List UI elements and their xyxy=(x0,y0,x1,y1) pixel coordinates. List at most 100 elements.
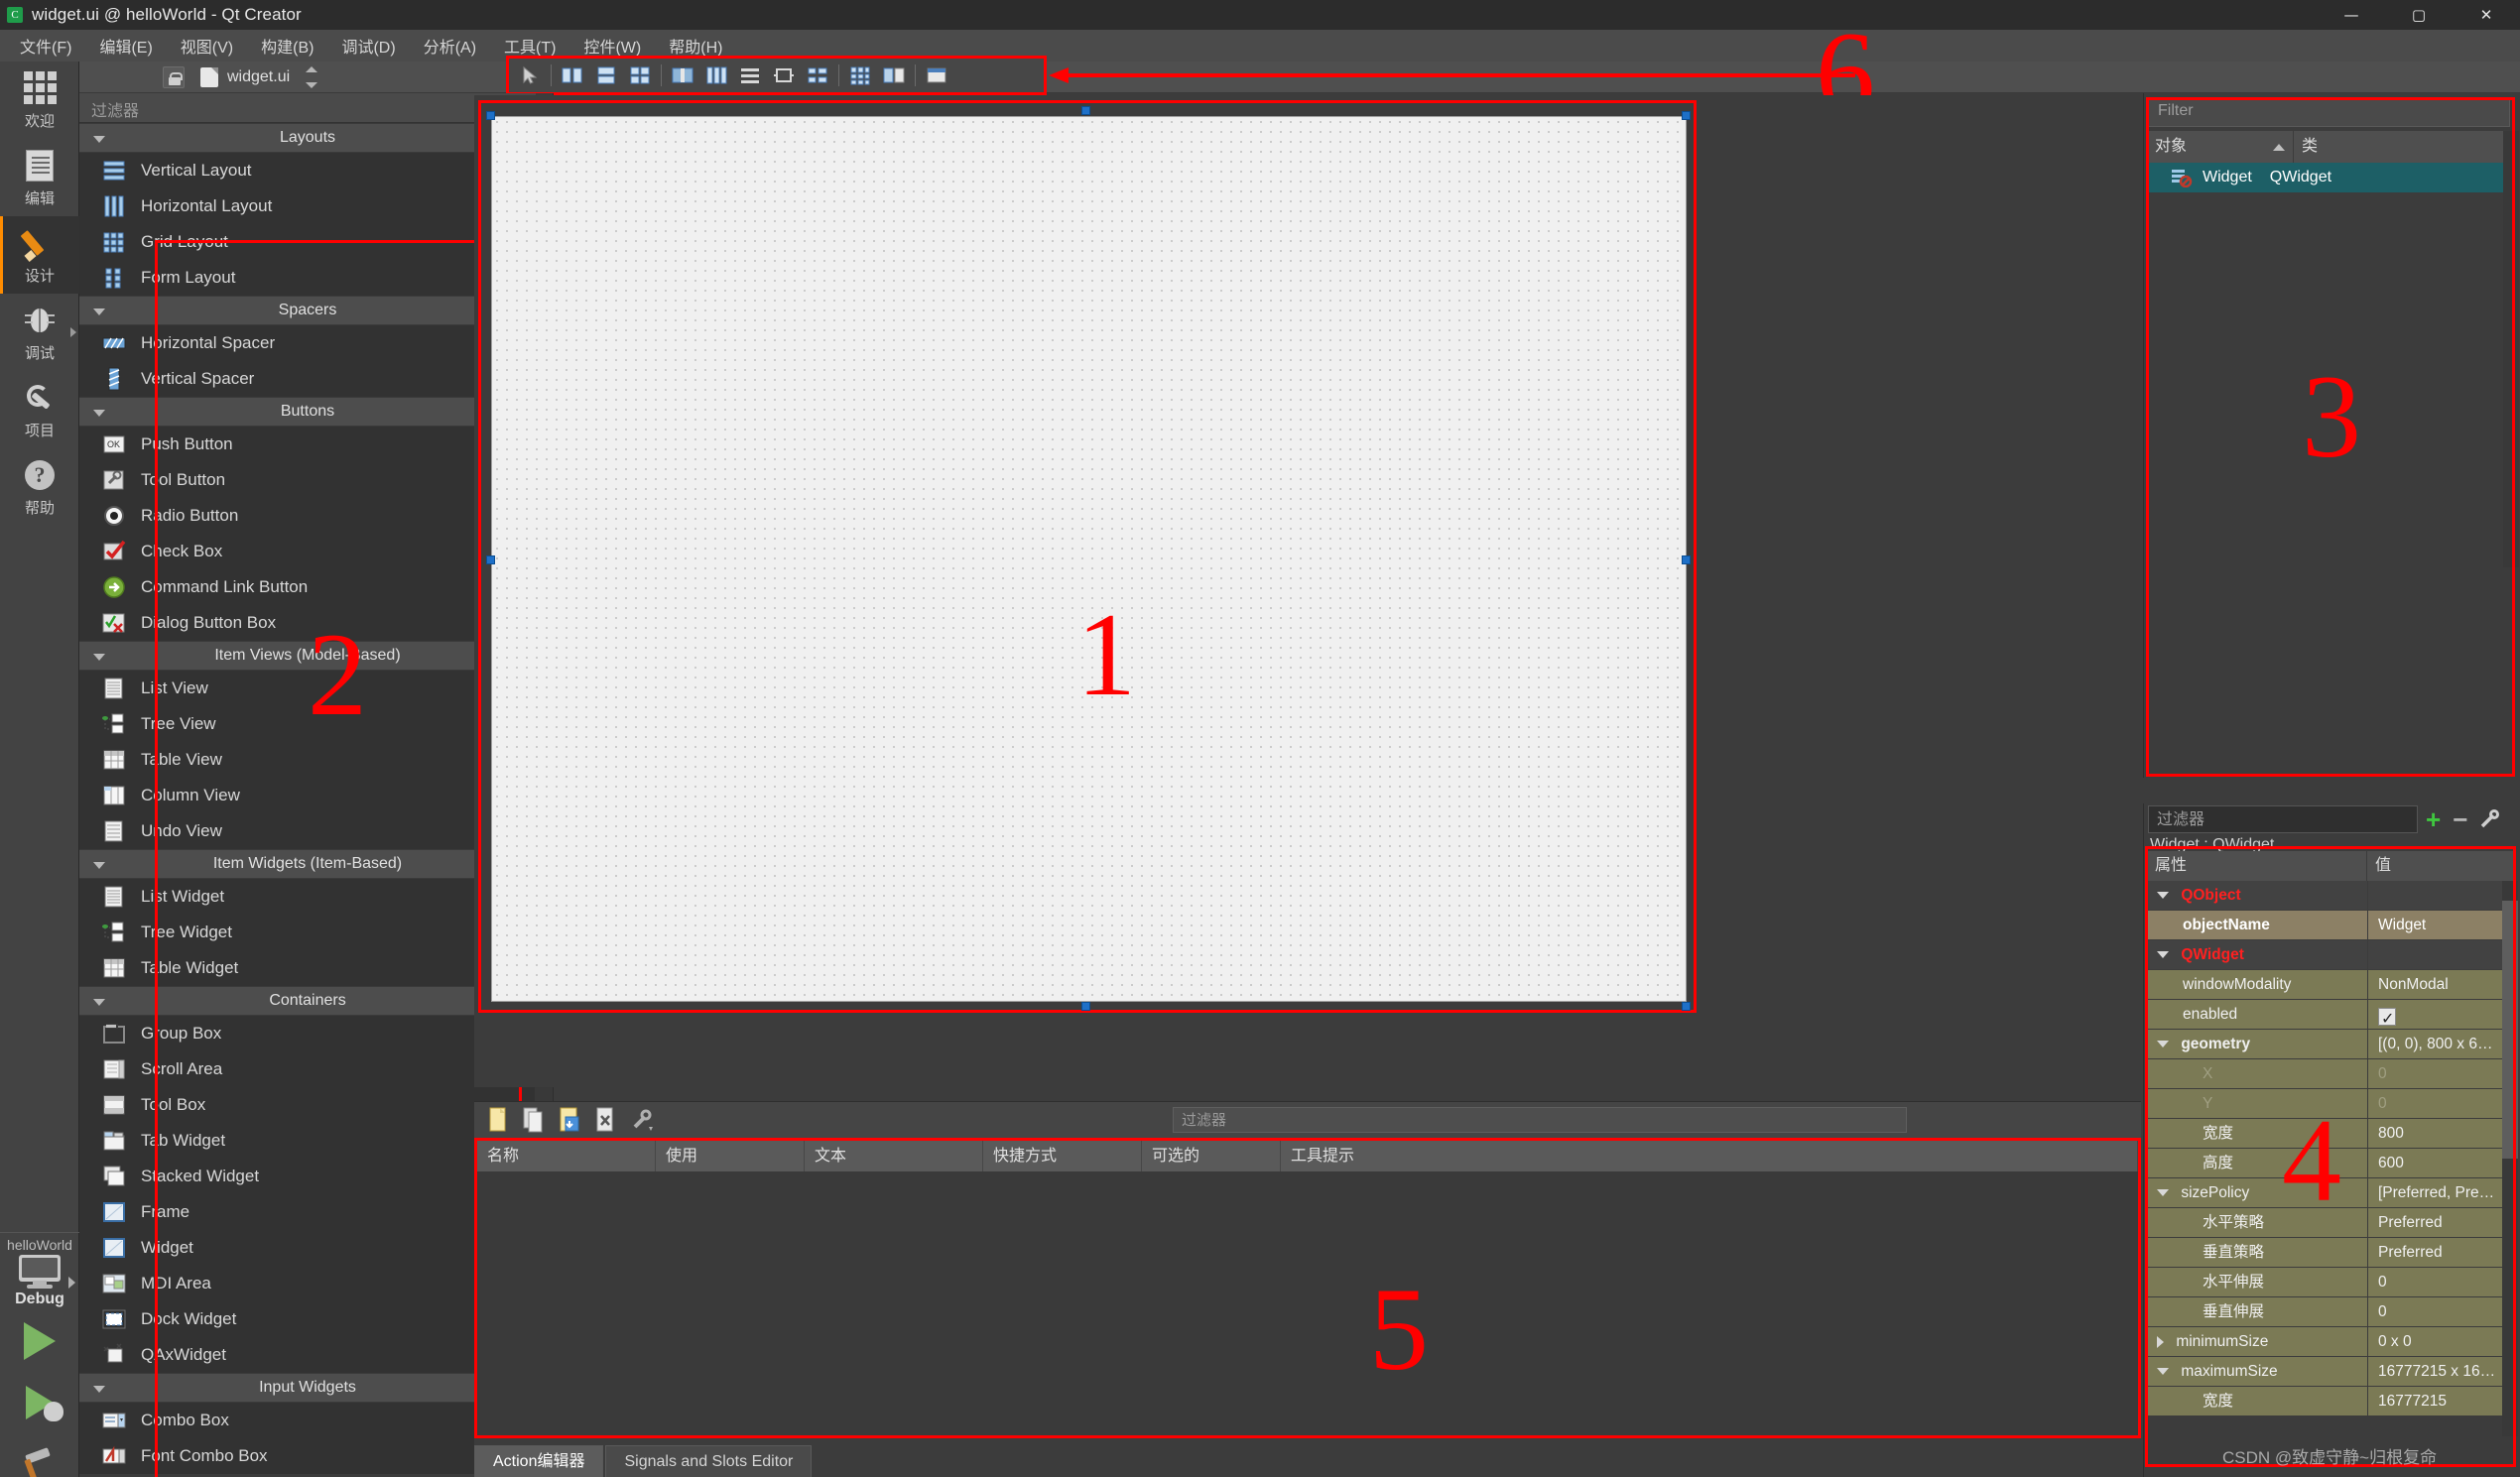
widget-item-stacked-widget[interactable]: Stacked Widget xyxy=(79,1159,536,1194)
chevron-down-icon[interactable] xyxy=(2157,1041,2169,1048)
widget-item-form-layout[interactable]: Form Layout xyxy=(79,260,536,296)
column-header-property[interactable]: 属性 xyxy=(2147,851,2367,881)
object-inspector-scrollbar[interactable] xyxy=(2503,131,2519,567)
property-value-cell[interactable]: 16777215 x 16… xyxy=(2367,1357,2516,1386)
form-layout-tool-icon[interactable] xyxy=(803,62,832,89)
layout-vertically-icon[interactable] xyxy=(591,62,621,89)
widget-item-tab-widget[interactable]: Tab Widget xyxy=(79,1123,536,1159)
lock-icon[interactable] xyxy=(163,65,185,88)
minimize-button[interactable]: — xyxy=(2318,0,2385,30)
widget-item-horizontal-layout[interactable]: Horizontal Layout xyxy=(79,188,536,224)
run-button[interactable] xyxy=(0,1310,79,1372)
layout-grid-icon[interactable] xyxy=(625,62,655,89)
widget-item-tool-box[interactable]: Tool Box xyxy=(79,1087,536,1123)
horizontal-layout-tool-icon[interactable] xyxy=(879,62,909,89)
widget-item-combo-box[interactable]: Combo Box xyxy=(79,1403,536,1438)
column-header-object[interactable]: 对象 xyxy=(2147,131,2294,163)
property-settings-wrench-icon[interactable] xyxy=(2479,808,2501,830)
action-filter-input[interactable]: 过滤器 xyxy=(1173,1107,1907,1133)
widget-group-spacers[interactable]: Spacers xyxy=(79,296,536,325)
column-header-class[interactable]: 类 xyxy=(2294,131,2510,163)
scrollbar-thumb[interactable] xyxy=(2502,901,2518,1159)
property-value-cell[interactable]: Widget xyxy=(2367,911,2516,939)
property-row-qwidget[interactable]: QWidget xyxy=(2147,940,2516,970)
property-value-cell[interactable]: Preferred xyxy=(2367,1238,2516,1267)
property-row-minimumsize[interactable]: minimumSize 0 x 0 xyxy=(2147,1327,2516,1357)
menu-view[interactable]: 视图(V) xyxy=(167,30,247,62)
property-value-cell[interactable]: 0 xyxy=(2367,1059,2516,1088)
widget-item-vertical-layout[interactable]: Vertical Layout xyxy=(79,153,536,188)
resize-handle-bc[interactable] xyxy=(1081,1002,1090,1011)
widget-item-frame[interactable]: Frame xyxy=(79,1194,536,1230)
widget-group-layouts[interactable]: Layouts xyxy=(79,123,536,153)
splitter-horizontal-icon[interactable] xyxy=(668,62,697,89)
close-button[interactable]: ✕ xyxy=(2453,0,2520,30)
menu-edit[interactable]: 编辑(E) xyxy=(85,30,166,62)
delete-x-icon[interactable] xyxy=(593,1107,617,1133)
widget-item-qaxwidget[interactable]: QAxWidget xyxy=(79,1337,536,1373)
splitter-vertical-icon[interactable] xyxy=(701,62,731,89)
build-button[interactable] xyxy=(0,1433,79,1477)
menu-analyze[interactable]: 分析(A) xyxy=(410,30,490,62)
copy-icon[interactable] xyxy=(522,1107,546,1133)
layout-horizontally-icon[interactable] xyxy=(558,62,587,89)
property-row-geometry-x[interactable]: X 0 xyxy=(2147,1059,2516,1089)
widget-item-push-button[interactable]: OK Push Button xyxy=(79,427,536,462)
resize-handle-tc[interactable] xyxy=(1081,106,1090,115)
maximize-button[interactable]: ▢ xyxy=(2385,0,2453,30)
property-value-cell[interactable]: 16777215 xyxy=(2367,1387,2516,1415)
menu-file[interactable]: 文件(F) xyxy=(6,30,85,62)
sidebar-item-debug[interactable]: 调试 xyxy=(0,294,79,371)
grid-layout-tool-icon[interactable] xyxy=(845,62,875,89)
resize-handle-ml[interactable] xyxy=(486,555,495,564)
widget-item-font-combo-box[interactable]: Font Combo Box xyxy=(79,1438,536,1474)
widget-item-check-box[interactable]: Check Box xyxy=(79,534,536,569)
property-editor-scrollbar[interactable] xyxy=(2502,881,2518,1436)
widget-item-undo-view[interactable]: Undo View xyxy=(79,813,536,849)
widget-item-group-box[interactable]: Group Box xyxy=(79,1016,536,1051)
property-row-maximumsize-width[interactable]: 宽度 16777215 xyxy=(2147,1387,2516,1416)
sidebar-item-help[interactable]: ? 帮助 xyxy=(0,448,79,526)
column-header-value[interactable]: 值 xyxy=(2367,851,2516,881)
paste-icon[interactable] xyxy=(558,1107,581,1133)
chevron-right-icon[interactable] xyxy=(2157,1335,2164,1348)
menu-debug[interactable]: 调试(D) xyxy=(327,30,409,62)
current-file-name[interactable]: widget.ui xyxy=(227,68,290,86)
property-value-cell[interactable]: 800 xyxy=(2367,1119,2516,1148)
widget-item-tool-button[interactable]: Tool Button xyxy=(79,462,536,498)
resize-handle-tl[interactable] xyxy=(486,111,495,120)
property-filter-input[interactable]: 过滤器 xyxy=(2148,805,2418,833)
widget-item-tree-widget[interactable]: Tree Widget xyxy=(79,915,536,950)
tab-signals-slots[interactable]: Signals and Slots Editor xyxy=(605,1445,813,1477)
remove-dynamic-property-button[interactable]: − xyxy=(2453,806,2467,832)
property-value-cell[interactable]: [(0, 0), 800 x 6… xyxy=(2367,1030,2516,1058)
property-value-cell[interactable]: Preferred xyxy=(2367,1208,2516,1237)
add-dynamic-property-button[interactable]: + xyxy=(2426,806,2441,832)
property-value-cell[interactable]: [Preferred, Pre… xyxy=(2367,1178,2516,1207)
chevron-down-icon[interactable] xyxy=(2157,892,2169,900)
new-file-icon[interactable] xyxy=(486,1107,510,1133)
debug-button[interactable] xyxy=(0,1372,79,1433)
chevron-down-icon[interactable] xyxy=(2157,1189,2169,1197)
property-value-cell[interactable] xyxy=(2367,1000,2516,1029)
resize-handle-tr[interactable] xyxy=(1682,111,1691,120)
widget-item-vertical-spacer[interactable]: Vertical Spacer xyxy=(79,361,536,397)
object-inspector-filter-input[interactable]: Filter xyxy=(2147,97,2510,127)
kit-selector[interactable]: Debug xyxy=(0,1255,79,1310)
widget-item-command-link-button[interactable]: Command Link Button xyxy=(79,569,536,605)
property-row-enabled[interactable]: enabled xyxy=(2147,1000,2516,1030)
sidebar-item-edit[interactable]: 编辑 xyxy=(0,139,79,216)
property-row-horizontal-stretch[interactable]: 水平伸展 0 xyxy=(2147,1268,2516,1297)
widget-group-item-widgets[interactable]: Item Widgets (Item-Based) xyxy=(79,849,536,879)
widget-box-filter-input[interactable]: 过滤器 xyxy=(79,93,536,123)
adjust-size-icon[interactable] xyxy=(769,62,799,89)
chevron-down-icon[interactable] xyxy=(2157,951,2169,959)
sidebar-item-welcome[interactable]: 欢迎 xyxy=(0,62,79,139)
object-tree-row-widget[interactable]: Widget QWidget xyxy=(2147,163,2504,192)
widget-item-dock-widget[interactable]: Dock Widget xyxy=(79,1301,536,1337)
widget-item-radio-button[interactable]: Radio Button xyxy=(79,498,536,534)
widget-item-mdi-area[interactable]: MDI Area xyxy=(79,1266,536,1301)
preview-icon[interactable] xyxy=(922,62,951,89)
widget-item-list-widget[interactable]: List Widget xyxy=(79,879,536,915)
property-row-vertical-policy[interactable]: 垂直策略 Preferred xyxy=(2147,1238,2516,1268)
